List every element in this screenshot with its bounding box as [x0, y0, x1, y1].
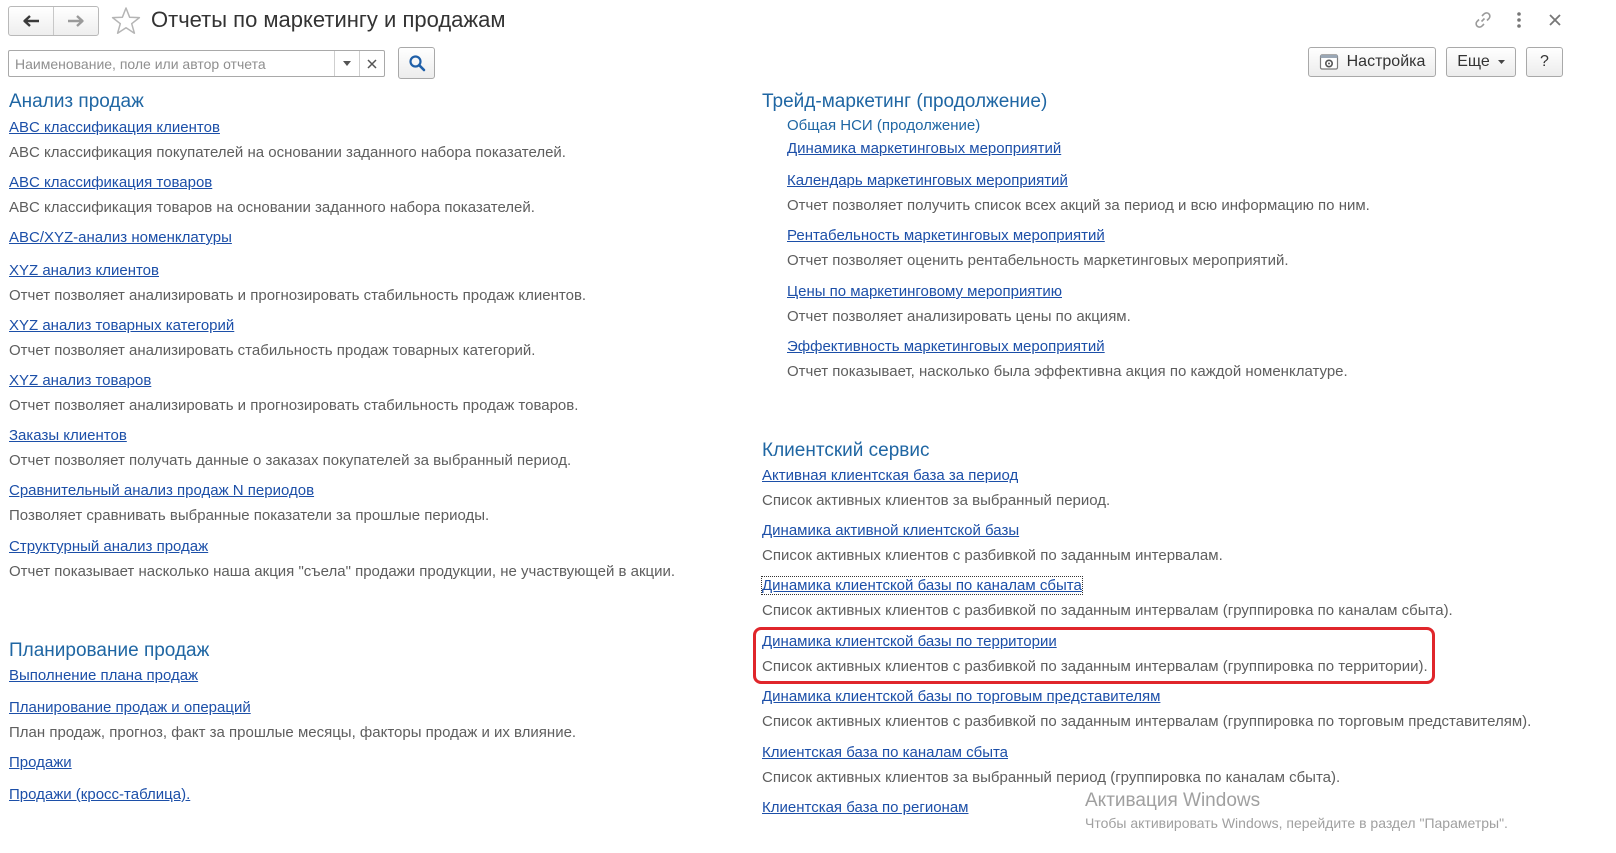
report-description: Список активных клиентов с разбивкой по … [762, 658, 1428, 675]
search-clear-button[interactable] [359, 51, 384, 76]
page-title: Отчеты по маркетингу и продажам [151, 7, 506, 32]
report-link[interactable]: Динамика клиентской базы по торговым пре… [762, 688, 1160, 705]
report-link[interactable]: Клиентская база по регионам [762, 799, 968, 816]
subgroup-title: Общая НСИ (продолжение) [787, 117, 981, 134]
settings-icon [1319, 54, 1338, 70]
report-description: Отчет позволяет получать данные о заказа… [9, 452, 572, 469]
search-input[interactable] [9, 51, 334, 76]
section-title-trade-marketing: Трейд-маркетинг (продолжение) [762, 91, 1048, 112]
report-link[interactable]: Планирование продаж и операций [9, 699, 251, 716]
windows-activation-title: Активация Windows [1085, 790, 1261, 811]
help-button[interactable]: ? [1526, 47, 1563, 77]
windows-activation-subtitle: Чтобы активировать Windows, перейдите в … [1085, 815, 1508, 831]
report-link[interactable]: Динамика активной клиентской базы [762, 522, 1019, 539]
more-button[interactable]: Еще [1446, 47, 1516, 77]
report-link[interactable]: ABC классификация клиентов [9, 119, 220, 136]
report-link[interactable]: Сравнительный анализ продаж N периодов [9, 482, 314, 499]
report-description: Позволяет сравнивать выбранные показател… [9, 507, 490, 524]
x-icon [367, 58, 377, 69]
search-field [8, 50, 385, 77]
report-link[interactable]: Клиентская база по каналам сбыта [762, 744, 1008, 761]
report-link[interactable]: Активная клиентская база за период [762, 467, 1018, 484]
report-link[interactable]: Структурный анализ продаж [9, 538, 208, 555]
report-link[interactable]: ABC классификация товаров [9, 174, 212, 191]
close-icon[interactable] [1544, 9, 1566, 31]
section-title-sales-analysis: Анализ продаж [9, 91, 144, 112]
report-link[interactable]: Цены по маркетинговому мероприятию [787, 283, 1062, 300]
report-link[interactable]: Рентабельность маркетинговых мероприятий [787, 227, 1105, 244]
navigation-buttons [8, 6, 99, 36]
report-description: Отчет позволяет получить список всех акц… [787, 197, 1370, 214]
report-description: ABC классификация покупателей на основан… [9, 144, 566, 161]
section-title-sales-planning: Планирование продаж [9, 640, 210, 661]
report-link[interactable]: Продажи (кросс-таблица). [9, 786, 190, 803]
report-description: Список активных клиентов с разбивкой по … [762, 602, 1453, 619]
section-title-client-service: Клиентский сервис [762, 440, 930, 461]
arrow-right-icon [68, 15, 84, 27]
back-button[interactable] [9, 7, 53, 35]
report-link[interactable]: Динамика маркетинговых мероприятий [787, 140, 1061, 157]
report-description: Отчет позволяет анализировать цены по ак… [787, 308, 1131, 325]
more-button-label: Еще [1457, 53, 1490, 70]
magnifier-icon [408, 55, 425, 72]
report-link[interactable]: Эффективность маркетинговых мероприятий [787, 338, 1105, 355]
triangle-down-icon [343, 61, 351, 66]
report-description: ABC классификация товаров на основании з… [9, 199, 535, 216]
report-description: Отчет показывает, насколько была эффекти… [787, 363, 1348, 380]
star-icon[interactable] [110, 5, 142, 37]
report-link[interactable]: Продажи [9, 754, 72, 771]
report-link[interactable]: XYZ анализ товаров [9, 372, 151, 389]
report-description: Список активных клиентов за выбранный пе… [762, 769, 1341, 786]
report-description: Список активных клиентов с разбивкой по … [762, 547, 1223, 564]
report-link-highlighted[interactable]: Динамика клиентской базы по территории [762, 633, 1057, 650]
arrow-left-icon [23, 15, 39, 27]
search-history-dropdown[interactable] [334, 51, 359, 76]
report-description: План продаж, прогноз, факт за прошлые ме… [9, 724, 577, 741]
report-link[interactable]: ABC/XYZ-анализ номенклатуры [9, 229, 232, 246]
report-description: Отчет позволяет анализировать и прогнози… [9, 397, 579, 414]
link-icon[interactable] [1472, 9, 1494, 31]
report-description: Отчет показывает насколько наша акция "с… [9, 563, 676, 580]
report-description: Список активных клиентов за выбранный пе… [762, 492, 1111, 509]
help-button-label: ? [1540, 53, 1549, 70]
report-description: Отчет позволяет оценить рентабельность м… [787, 252, 1289, 269]
triangle-down-icon [1497, 60, 1505, 64]
report-link[interactable]: Выполнение плана продаж [9, 667, 198, 684]
settings-button[interactable]: Настройка [1308, 47, 1436, 77]
report-link[interactable]: Заказы клиентов [9, 427, 127, 444]
vertical-dots-icon[interactable] [1508, 9, 1530, 31]
search-button[interactable] [398, 47, 435, 79]
settings-button-label: Настройка [1346, 53, 1426, 70]
report-link[interactable]: Календарь маркетинговых мероприятий [787, 172, 1068, 189]
report-description: Отчет позволяет анализировать и прогнози… [9, 287, 587, 304]
forward-button[interactable] [53, 7, 98, 35]
report-link[interactable]: XYZ анализ товарных категорий [9, 317, 234, 334]
report-link-focused[interactable]: Динамика клиентской базы по каналам сбыт… [761, 576, 1083, 595]
report-description: Отчет позволяет анализировать стабильнос… [9, 342, 536, 359]
report-description: Список активных клиентов с разбивкой по … [762, 713, 1532, 730]
report-link[interactable]: XYZ анализ клиентов [9, 262, 159, 279]
